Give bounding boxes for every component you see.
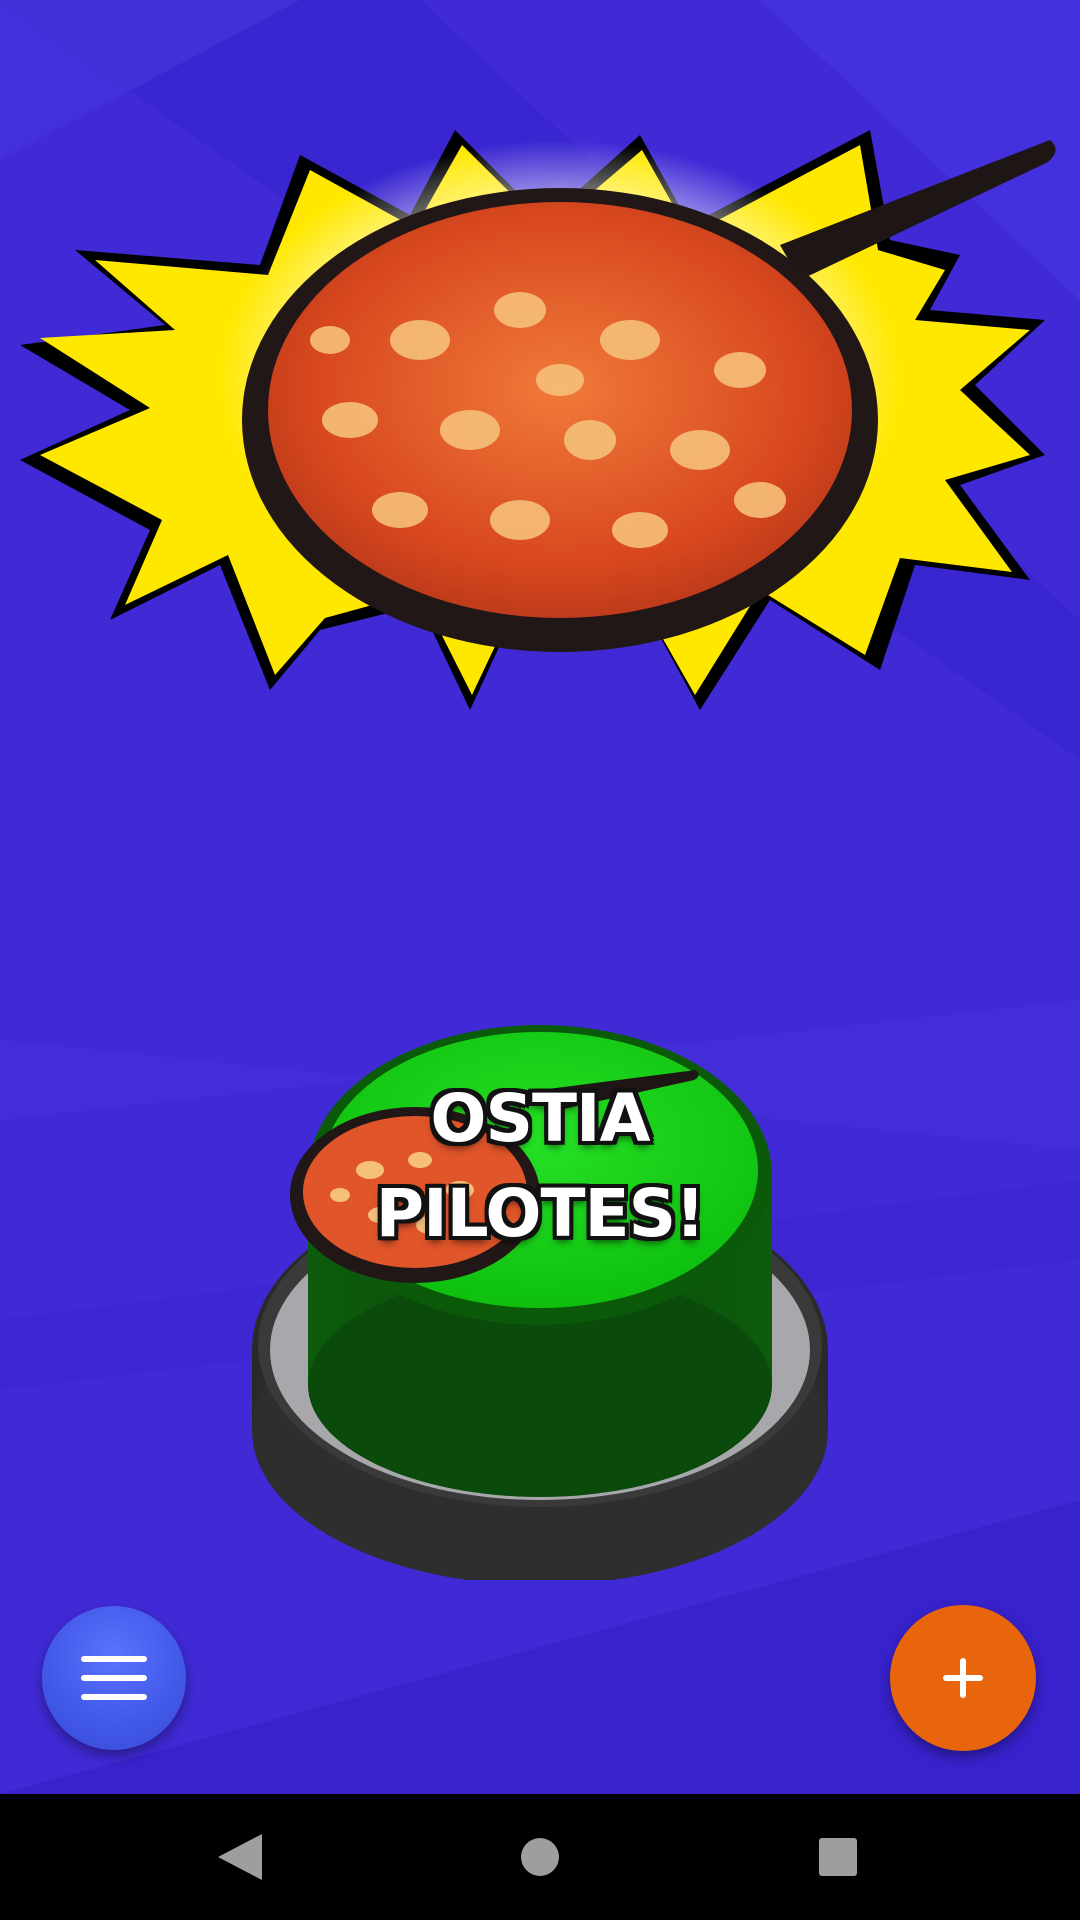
triangle-back-icon: [218, 1834, 262, 1880]
square-recents-icon: [819, 1838, 857, 1876]
button-graphic: [252, 1025, 828, 1585]
nav-back-button[interactable]: [160, 1794, 320, 1920]
nav-home-button[interactable]: [460, 1794, 620, 1920]
add-button[interactable]: [890, 1605, 1036, 1751]
system-navigation-bar: [0, 1794, 1080, 1920]
big-sound-button[interactable]: OSTIA PILOTES!: [240, 1020, 840, 1585]
hero-pan-illustration: [20, 130, 1056, 710]
circle-home-icon: [521, 1838, 559, 1876]
nav-recents-button[interactable]: [758, 1794, 918, 1920]
menu-button[interactable]: [42, 1606, 186, 1750]
